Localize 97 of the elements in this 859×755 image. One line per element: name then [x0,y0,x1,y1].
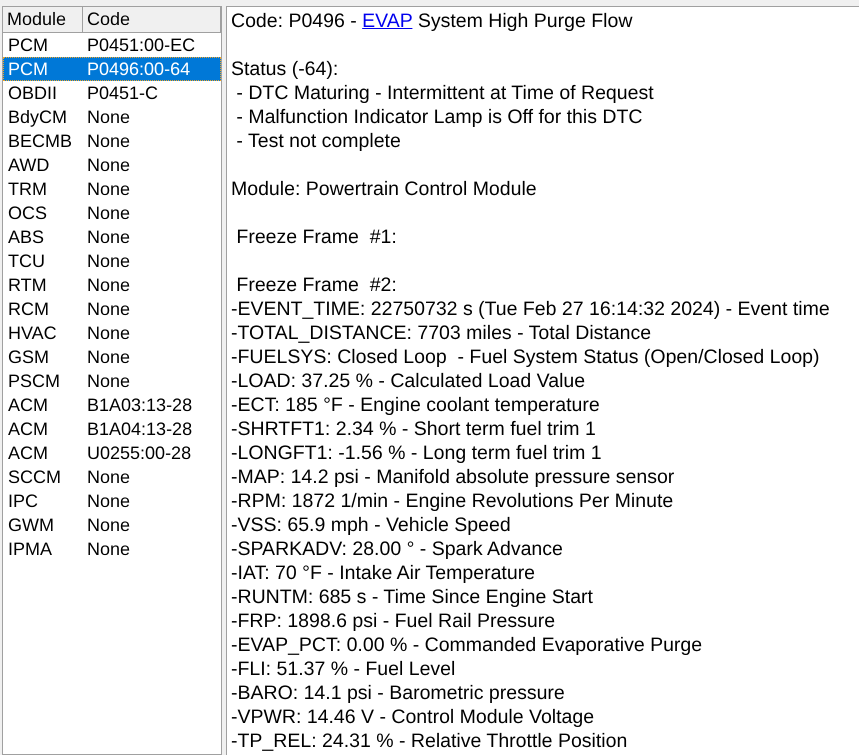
detail-line: -ECT: 185 °F - Engine coolant temperature [231,393,600,417]
detail-line: - Malfunction Indicator Lamp is Off for this DTC [235,105,642,129]
code-cell-text: None [86,202,132,224]
detail-line: -LONGFT1: -1.56 % - Long term fuel trim 1 [231,441,602,465]
list-row[interactable]: GWM None [3,513,221,537]
module-list[interactable] [2,6,222,755]
code-heading: Code: P0496 - EVAP System High Purge Flow [231,9,632,33]
detail-line: - Test not complete [235,129,401,153]
module-cell-text: RTM [7,274,48,296]
column-header[interactable]: Code [83,7,221,32]
detail-line: Status (-64): [231,57,338,81]
list-row[interactable]: RCM None [3,297,221,321]
module-cell-text: OCS [7,202,48,224]
list-row[interactable]: TCU None [3,249,221,273]
code-cell-text: B1A03:13-28 [86,394,194,416]
code-cell-text: None [86,346,132,368]
list-row[interactable]: PSCM None [3,369,221,393]
code-cell-text: None [86,178,132,200]
module-cell-text: OBDII [7,82,58,104]
detail-line: -FUELSYS: Closed Loop - Fuel System Status (Open/Closed Loop) [231,345,820,369]
module-cell-text: ACM [7,394,49,416]
column-header[interactable]: Module [3,7,83,32]
code-cell-text: None [86,298,132,320]
code-cell-text: None [86,370,132,392]
code-cell-text: None [86,274,132,296]
detail-line: Freeze Frame #2: [235,273,397,297]
module-cell-text: BECMB [7,130,74,152]
module-cell-text: TCU [7,250,46,272]
code-cell-text: None [86,226,132,248]
list-row[interactable]: ACM B1A04:13-28 [3,417,221,441]
detail-line: Module: Powertrain Control Module [231,177,537,201]
code-cell-text: None [86,250,132,272]
detail-line: -RPM: 1872 1/min - Engine Revolutions Per Minute [231,489,674,513]
list-row[interactable]: BECMB None [3,129,221,153]
code-cell-text: None [86,466,132,488]
detail-line: -VPWR: 14.46 V - Control Module Voltage [231,705,594,729]
module-cell-text: PSCM [7,370,62,392]
code-cell-text: None [86,514,132,536]
list-row[interactable]: PCM P0496:00-64 [3,57,221,81]
list-row[interactable]: PCM P0451:00-EC [3,33,221,57]
code-cell-text: P0451-C [86,82,160,104]
module-cell-text: AWD [7,154,50,176]
list-row[interactable]: TRM None [3,177,221,201]
list-row[interactable]: BdyCM None [3,105,221,129]
detail-line: -EVENT_TIME: 22750732 s (Tue Feb 27 16:14:32 2024) - Event time [231,297,830,321]
list-row[interactable]: ABS None [3,225,221,249]
detail-line: Freeze Frame #1: [235,225,397,249]
list-row[interactable]: ACM B1A03:13-28 [3,393,221,417]
code-cell-text: None [86,490,132,512]
module-cell-text: PCM [7,58,49,80]
list-row[interactable]: GSM None [3,345,221,369]
code-cell-text: None [86,106,132,128]
detail-line: -EVAP_PCT: 0.00 % - Commanded Evaporative Purge [231,633,702,657]
detail-line: -LOAD: 37.25 % - Calculated Load Value [231,369,586,393]
module-cell-text: HVAC [7,322,58,344]
detail-line: -RUNTM: 685 s - Time Since Engine Start [231,585,593,609]
module-cell-text: ACM [7,442,49,464]
list-row[interactable]: AWD None [3,153,221,177]
detail-line: -SHRTFT1: 2.34 % - Short term fuel trim 1 [231,417,596,441]
module-cell-text: ABS [7,226,46,248]
module-cell-text: RCM [7,298,50,320]
code-cell-text: None [86,538,132,560]
detail-line: -TP_REL: 24.31 % - Relative Throttle Position [231,729,628,753]
detail-line: -BARO: 14.1 psi - Barometric pressure [231,681,565,705]
module-cell-text: ACM [7,418,49,440]
detail-line: -SPARKADV: 28.00 ° - Spark Advance [231,537,563,561]
list-row[interactable]: IPC None [3,489,221,513]
evap-link[interactable]: EVAP [362,10,412,32]
code-cell-text: P0451:00-EC [86,34,196,56]
code-cell-text: None [86,154,132,176]
list-row[interactable]: RTM None [3,273,221,297]
code-cell-text: None [86,322,132,344]
module-cell-text: GSM [7,346,50,368]
list-row[interactable]: HVAC None [3,321,221,345]
module-cell-text: GWM [7,514,55,536]
detail-line: -VSS: 65.9 mph - Vehicle Speed [231,513,511,537]
detail-line: -IAT: 70 °F - Intake Air Temperature [231,561,536,585]
code-cell-text: B1A04:13-28 [86,418,194,440]
detail-line: -FLI: 51.37 % - Fuel Level [231,657,456,681]
module-cell-text: BdyCM [7,106,68,128]
module-cell-text: PCM [7,34,49,56]
list-row[interactable]: SCCM None [3,465,221,489]
module-cell-text: TRM [7,178,48,200]
detail-line: -FRP: 1898.6 psi - Fuel Rail Pressure [231,609,556,633]
list-row[interactable]: OCS None [3,201,221,225]
list-row[interactable]: ACM U0255:00-28 [3,441,221,465]
list-row[interactable]: IPMA None [3,537,221,561]
module-cell-text: IPC [7,490,40,512]
code-cell-text: None [86,130,132,152]
module-cell-text: SCCM [7,466,62,488]
code-cell-text: U0255:00-28 [86,442,192,464]
code-cell-text: P0496:00-64 [86,58,192,80]
detail-line: -TOTAL_DISTANCE: 7703 miles - Total Distance [231,321,652,345]
detail-line: - DTC Maturing - Intermittent at Time of Request [235,81,654,105]
detail-line: -MAP: 14.2 psi - Manifold absolute pressure sensor [231,465,674,489]
list-row[interactable]: OBDII P0451-C [3,81,221,105]
module-cell-text: IPMA [7,538,54,560]
